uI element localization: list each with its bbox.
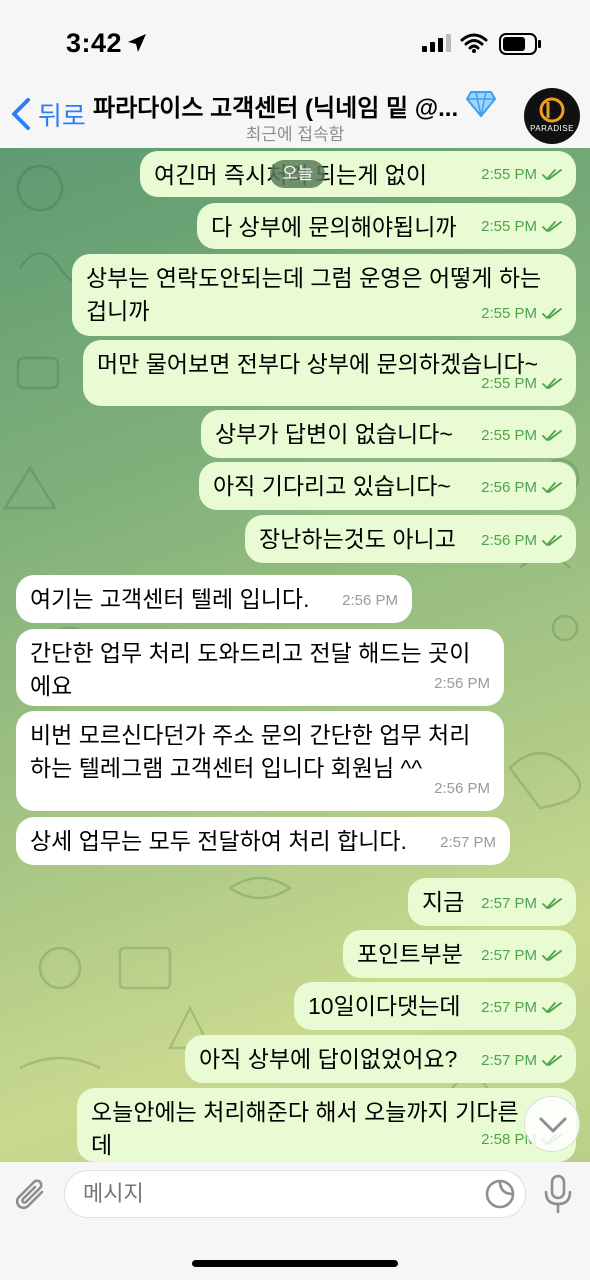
message-meta: 2:57 PM bbox=[440, 826, 496, 859]
outgoing-message[interactable]: 다 상부에 문의해야됩니까 2:55 PM bbox=[197, 203, 576, 249]
message-time: 2:56 PM bbox=[481, 479, 537, 496]
message-meta: 2:55 PM bbox=[481, 367, 562, 400]
message-meta: 2:57 PM bbox=[481, 939, 562, 972]
microphone-icon[interactable] bbox=[542, 1174, 574, 1214]
message-text: 간단한 업무 처리 도와드리고 전달 해드는 곳이 에요 bbox=[30, 640, 471, 699]
message-time: 2:55 PM bbox=[481, 305, 537, 322]
message-meta: 2:55 PM bbox=[481, 158, 562, 191]
double-check-icon bbox=[542, 429, 562, 441]
message-text: 상세 업무는 모두 전달하여 처리 합니다. bbox=[30, 828, 407, 854]
message-meta: 2:56 PM bbox=[342, 584, 398, 617]
double-check-icon bbox=[542, 220, 562, 232]
message-meta: 2:57 PM bbox=[481, 1044, 562, 1077]
outgoing-message[interactable]: 포인트부분 2:57 PM bbox=[343, 930, 576, 978]
incoming-message[interactable]: 비번 모르신다던가 주소 문의 간단한 업무 처리 하는 텔레그램 고객센터 입… bbox=[16, 711, 504, 811]
outgoing-message[interactable]: 머만 물어보면 전부다 상부에 문의하겠습니다~ 2:55 PM bbox=[83, 340, 576, 406]
message-meta: 2:57 PM bbox=[481, 991, 562, 1024]
message-time: 2:57 PM bbox=[481, 999, 537, 1016]
message-time: 2:57 PM bbox=[481, 895, 537, 912]
double-check-icon bbox=[542, 307, 562, 319]
message-time: 2:56 PM bbox=[481, 532, 537, 549]
chevron-down-icon bbox=[539, 1117, 567, 1133]
status-time: 3:42 bbox=[66, 28, 123, 58]
incoming-message[interactable]: 상세 업무는 모두 전달하여 처리 합니다. 2:57 PM bbox=[16, 817, 510, 865]
outgoing-message[interactable]: 상부가 답변이 없습니다~ 2:55 PM bbox=[201, 410, 576, 458]
status-bar: 3:42 bbox=[0, 0, 590, 88]
paperclip-icon[interactable] bbox=[14, 1176, 50, 1216]
double-check-icon bbox=[542, 534, 562, 546]
location-arrow-icon bbox=[128, 34, 146, 52]
message-meta: 2:56 PM bbox=[434, 667, 490, 700]
chat-header: 뒤로 파라다이스 고객센터 (닉네임 밑 @... 최근에 접속함 PARADI… bbox=[0, 88, 590, 148]
chat-subtitle: 최근에 접속함 bbox=[245, 125, 345, 144]
outgoing-message[interactable]: 10일이다댓는데 2:57 PM bbox=[294, 982, 576, 1030]
message-meta: 2:55 PM bbox=[481, 210, 562, 243]
outgoing-message[interactable]: 지금 2:57 PM bbox=[408, 878, 576, 926]
message-text: 비번 모르신다던가 주소 문의 간단한 업무 처리 하는 텔레그램 고객센터 입… bbox=[30, 722, 471, 781]
message-time: 2:56 PM bbox=[342, 592, 398, 609]
outgoing-message[interactable]: 상부는 연락도안되는데 그럼 운영은 어떻게 하는 겁니까 2:55 PM bbox=[72, 254, 576, 336]
double-check-icon bbox=[542, 1001, 562, 1013]
outgoing-message[interactable]: 아직 상부에 답이없었어요? 2:57 PM bbox=[185, 1035, 576, 1083]
message-time: 2:55 PM bbox=[481, 375, 537, 392]
message-meta: 2:56 PM bbox=[481, 524, 562, 557]
double-check-icon bbox=[542, 377, 562, 389]
wifi-icon bbox=[460, 33, 488, 53]
outgoing-message[interactable]: 여긴머 즉시처리 되는게 없이 2:55 PM bbox=[140, 151, 576, 197]
sticker-icon[interactable] bbox=[484, 1178, 516, 1210]
avatar-label: PARADISE bbox=[530, 124, 574, 133]
message-time: 2:57 PM bbox=[440, 834, 496, 851]
double-check-icon bbox=[542, 481, 562, 493]
message-meta: 2:56 PM bbox=[434, 772, 490, 805]
paradise-logo-icon bbox=[539, 97, 565, 123]
scroll-to-bottom-button[interactable] bbox=[524, 1096, 580, 1152]
date-badge: 오늘 bbox=[270, 160, 326, 188]
double-check-icon bbox=[542, 949, 562, 961]
battery-icon bbox=[499, 33, 541, 55]
chat-title[interactable]: 파라다이스 고객센터 (닉네임 밑 @... bbox=[93, 88, 458, 123]
home-indicator bbox=[192, 1260, 398, 1267]
outgoing-message[interactable]: 아직 기다리고 있습니다~ 2:56 PM bbox=[199, 462, 576, 510]
outgoing-message[interactable]: 장난하는것도 아니고 2:56 PM bbox=[245, 515, 576, 563]
incoming-message[interactable]: 여기는 고객센터 텔레 입니다. 2:56 PM bbox=[16, 575, 412, 623]
outgoing-message[interactable]: 오늘안에는 처리해준다 해서 오늘까지 기다른 데 2:58 PM bbox=[77, 1088, 576, 1162]
cellular-signal-icon bbox=[422, 34, 451, 52]
message-time: 2:55 PM bbox=[481, 166, 537, 183]
message-time: 2:55 PM bbox=[481, 218, 537, 235]
message-time: 2:57 PM bbox=[481, 947, 537, 964]
message-meta: 2:55 PM bbox=[481, 419, 562, 452]
double-check-icon bbox=[542, 897, 562, 909]
message-meta: 2:55 PM bbox=[481, 297, 562, 330]
diamond-icon bbox=[466, 91, 496, 118]
message-time: 2:56 PM bbox=[434, 675, 490, 692]
message-time: 2:55 PM bbox=[481, 427, 537, 444]
message-time: 2:57 PM bbox=[481, 1052, 537, 1069]
message-input[interactable] bbox=[64, 1170, 526, 1218]
message-meta: 2:57 PM bbox=[481, 887, 562, 920]
double-check-icon bbox=[542, 1054, 562, 1066]
message-time: 2:56 PM bbox=[434, 780, 490, 797]
message-meta: 2:56 PM bbox=[481, 471, 562, 504]
incoming-message[interactable]: 간단한 업무 처리 도와드리고 전달 해드는 곳이 에요 2:56 PM bbox=[16, 629, 504, 706]
double-check-icon bbox=[542, 168, 562, 180]
avatar[interactable]: PARADISE bbox=[524, 88, 580, 144]
